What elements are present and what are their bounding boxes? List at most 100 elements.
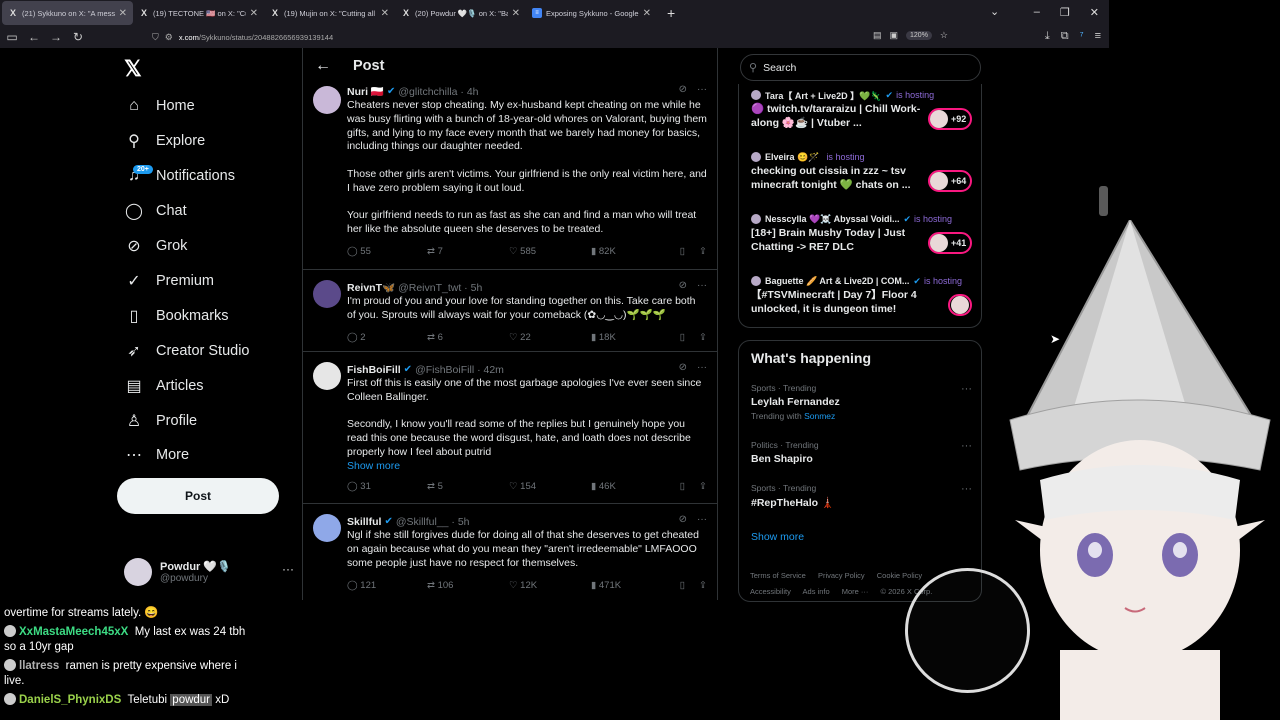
like-button[interactable]: ♡ 22 <box>509 332 591 343</box>
more-icon[interactable]: ··· <box>697 514 707 525</box>
reply-button[interactable]: ◯ 55 <box>347 246 427 257</box>
repost-button[interactable]: ⇄ 106 <box>427 580 509 591</box>
views-button[interactable]: ▮ 18K <box>591 332 677 343</box>
live-listeners-pill[interactable] <box>948 294 972 316</box>
live-item[interactable]: Baguette 🥖 Art & Live2D | COM... ✔ is host… <box>751 274 976 316</box>
reader-view-icon[interactable]: ▤ <box>873 30 882 41</box>
close-window-icon[interactable]: ✕ <box>1090 6 1099 19</box>
footer-link[interactable]: Cookie Policy <box>877 571 922 580</box>
picture-icon[interactable]: ▣ <box>890 30 899 41</box>
tab-close-icon[interactable]: ✕ <box>119 8 127 19</box>
bookmark-icon[interactable]: ▯ <box>680 580 685 591</box>
share-icon[interactable]: ⇪ <box>699 580 707 591</box>
tweet-author-name[interactable]: Nuri 🇵🇱 <box>347 85 384 98</box>
share-icon[interactable]: ⇪ <box>699 481 707 492</box>
sidebar-item-home[interactable]: ⌂ Home <box>124 91 195 121</box>
live-listeners-pill[interactable]: +41 <box>928 232 972 254</box>
reply-button[interactable]: ◯ 31 <box>347 481 427 492</box>
search-input[interactable]: ⚲ Search <box>740 54 981 81</box>
x-logo-icon[interactable]: 𝕏 <box>124 56 142 82</box>
tab-list-chevron-icon[interactable]: ⌄ <box>990 5 999 18</box>
share-icon[interactable]: ⇪ <box>699 246 707 257</box>
browser-tab-3[interactable]: X (20) Powdur 🤍🎙️ on X: "Bao, ✕ <box>395 1 526 25</box>
tab-close-icon[interactable]: ✕ <box>512 8 520 19</box>
tweet-author-name[interactable]: ReivnT🦋 <box>347 281 395 294</box>
more-icon[interactable]: ··· <box>961 440 972 452</box>
more-icon[interactable]: ··· <box>697 280 707 291</box>
views-button[interactable]: ▮ 471K <box>591 580 677 591</box>
sidebar-item-profile[interactable]: ♙ Profile <box>124 406 197 436</box>
url-bar[interactable]: ⛉ ⚙ x.com/Sykkuno/status/204882665693913… <box>152 28 956 46</box>
show-more-link[interactable]: Show more <box>751 531 804 543</box>
browser-tab-1[interactable]: X (19) TECTONE 🇺🇸 on X: "Cutting ✕ <box>133 1 264 25</box>
like-button[interactable]: ♡ 12K <box>509 580 591 591</box>
extensions-icon[interactable]: ⧉ <box>1061 30 1069 43</box>
footer-link[interactable]: Ads info <box>803 587 830 596</box>
trend-with-link[interactable]: Sonmez <box>804 411 835 421</box>
sidebar-item-creator-studio[interactable]: ➶ Creator Studio <box>124 336 249 366</box>
grok-icon[interactable]: ⊘ <box>679 362 687 373</box>
download-icon[interactable]: ⤓ <box>1045 30 1050 43</box>
footer-link[interactable]: More ··· <box>842 587 869 596</box>
trend-item[interactable]: Sports · Trending #RepTheHalo 🗼 ··· <box>751 483 976 509</box>
more-icon[interactable]: ··· <box>961 383 972 395</box>
bookmark-icon[interactable]: ▯ <box>680 246 685 257</box>
like-button[interactable]: ♡ 154 <box>509 481 591 492</box>
reply-tweet[interactable]: Nuri 🇵🇱 ✔ @glitchchilla · 4h ⊘ ··· Cheate… <box>303 84 717 270</box>
bookmark-icon[interactable]: ▯ <box>680 332 685 343</box>
views-button[interactable]: ▮ 82K <box>591 246 677 257</box>
sidebar-item-chat[interactable]: ◯ Chat <box>124 196 187 226</box>
sidebar-item-premium[interactable]: ✓ Premium <box>124 266 214 296</box>
footer-link[interactable]: Privacy Policy <box>818 571 865 580</box>
post-button[interactable]: Post <box>117 478 279 514</box>
repost-button[interactable]: ⇄ 5 <box>427 481 509 492</box>
tab-close-icon[interactable]: ✕ <box>381 8 389 19</box>
like-button[interactable]: ♡ 585 <box>509 246 591 257</box>
trend-item[interactable]: Sports · Trending Leylah Fernandez Trend… <box>751 383 976 421</box>
tab-close-icon[interactable]: ✕ <box>250 8 258 19</box>
sidebar-item-bookmarks[interactable]: ▯ Bookmarks <box>124 301 229 331</box>
account-switcher[interactable]: Powdur 🤍🎙️ @powdury ··· <box>124 552 294 592</box>
new-tab-icon[interactable]: + <box>667 5 675 21</box>
footer-link[interactable]: Terms of Service <box>750 571 806 580</box>
forward-icon[interactable]: → <box>46 30 66 44</box>
bookmark-icon[interactable]: ▯ <box>680 481 685 492</box>
share-icon[interactable]: ⇪ <box>699 332 707 343</box>
site-info-icon[interactable]: ⚙ <box>165 32 173 43</box>
live-listeners-pill[interactable]: +92 <box>928 108 972 130</box>
grok-icon[interactable]: ⊘ <box>679 84 687 95</box>
extension-icon[interactable]: ⁷ <box>1080 30 1084 43</box>
live-item[interactable]: Nesscylla 💜☠️ Abyssal Voidi... ✔ is hostin… <box>751 212 976 254</box>
account-more-icon[interactable]: ··· <box>282 562 294 576</box>
grok-icon[interactable]: ⊘ <box>679 280 687 291</box>
show-more-link[interactable]: Show more <box>347 460 707 472</box>
reload-icon[interactable]: ↻ <box>68 30 88 44</box>
sidebar-item-explore[interactable]: ⚲ Explore <box>124 126 205 156</box>
browser-tab-4[interactable]: ≡ Exposing Sykkuno - Google Doc ✕ <box>526 1 657 25</box>
live-listeners-pill[interactable]: +64 <box>928 170 972 192</box>
live-item[interactable]: Tara【 Art + Live2D 】💚🦎 ✔ is hosting 🟣 twit… <box>751 88 976 130</box>
tweet-author-name[interactable]: Skillful <box>347 516 381 528</box>
reply-button[interactable]: ◯ 2 <box>347 332 427 343</box>
restore-icon[interactable]: ❐ <box>1060 6 1070 19</box>
back-arrow-icon[interactable]: ← <box>315 57 331 75</box>
sidebar-toggle-icon[interactable]: ▭ <box>2 30 22 44</box>
more-icon[interactable]: ··· <box>697 84 707 95</box>
views-button[interactable]: ▮ 46K <box>591 481 677 492</box>
browser-tab-0[interactable]: X (21) Sykkuno on X: "A message ✕ <box>2 1 133 25</box>
grok-icon[interactable]: ⊘ <box>679 514 687 525</box>
repost-button[interactable]: ⇄ 6 <box>427 332 509 343</box>
live-item[interactable]: Elveira 😊🪄 is hosting checking out cissia… <box>751 150 976 192</box>
browser-tab-2[interactable]: X (19) Mujin on X: "Cutting all ties ✕ <box>264 1 395 25</box>
reply-tweet[interactable]: Skillful ✔ @Skillful__ · 5h ⊘ ··· Ngl if … <box>303 504 717 600</box>
page-scrollbar[interactable] <box>1099 186 1108 216</box>
sidebar-item-more[interactable]: ⋯ More <box>124 440 189 470</box>
back-icon[interactable]: ← <box>24 30 44 44</box>
trend-item[interactable]: Politics · Trending Ben Shapiro ··· <box>751 440 976 465</box>
menu-icon[interactable]: ≡ <box>1095 30 1101 43</box>
avatar[interactable] <box>313 514 341 542</box>
tweet-author-name[interactable]: FishBoiFill <box>347 364 401 376</box>
reply-tweet[interactable]: FishBoiFill ✔ @FishBoiFill · 42m ⊘ ··· Fi… <box>303 352 717 504</box>
reply-button[interactable]: ◯ 121 <box>347 580 427 591</box>
repost-button[interactable]: ⇄ 7 <box>427 246 509 257</box>
